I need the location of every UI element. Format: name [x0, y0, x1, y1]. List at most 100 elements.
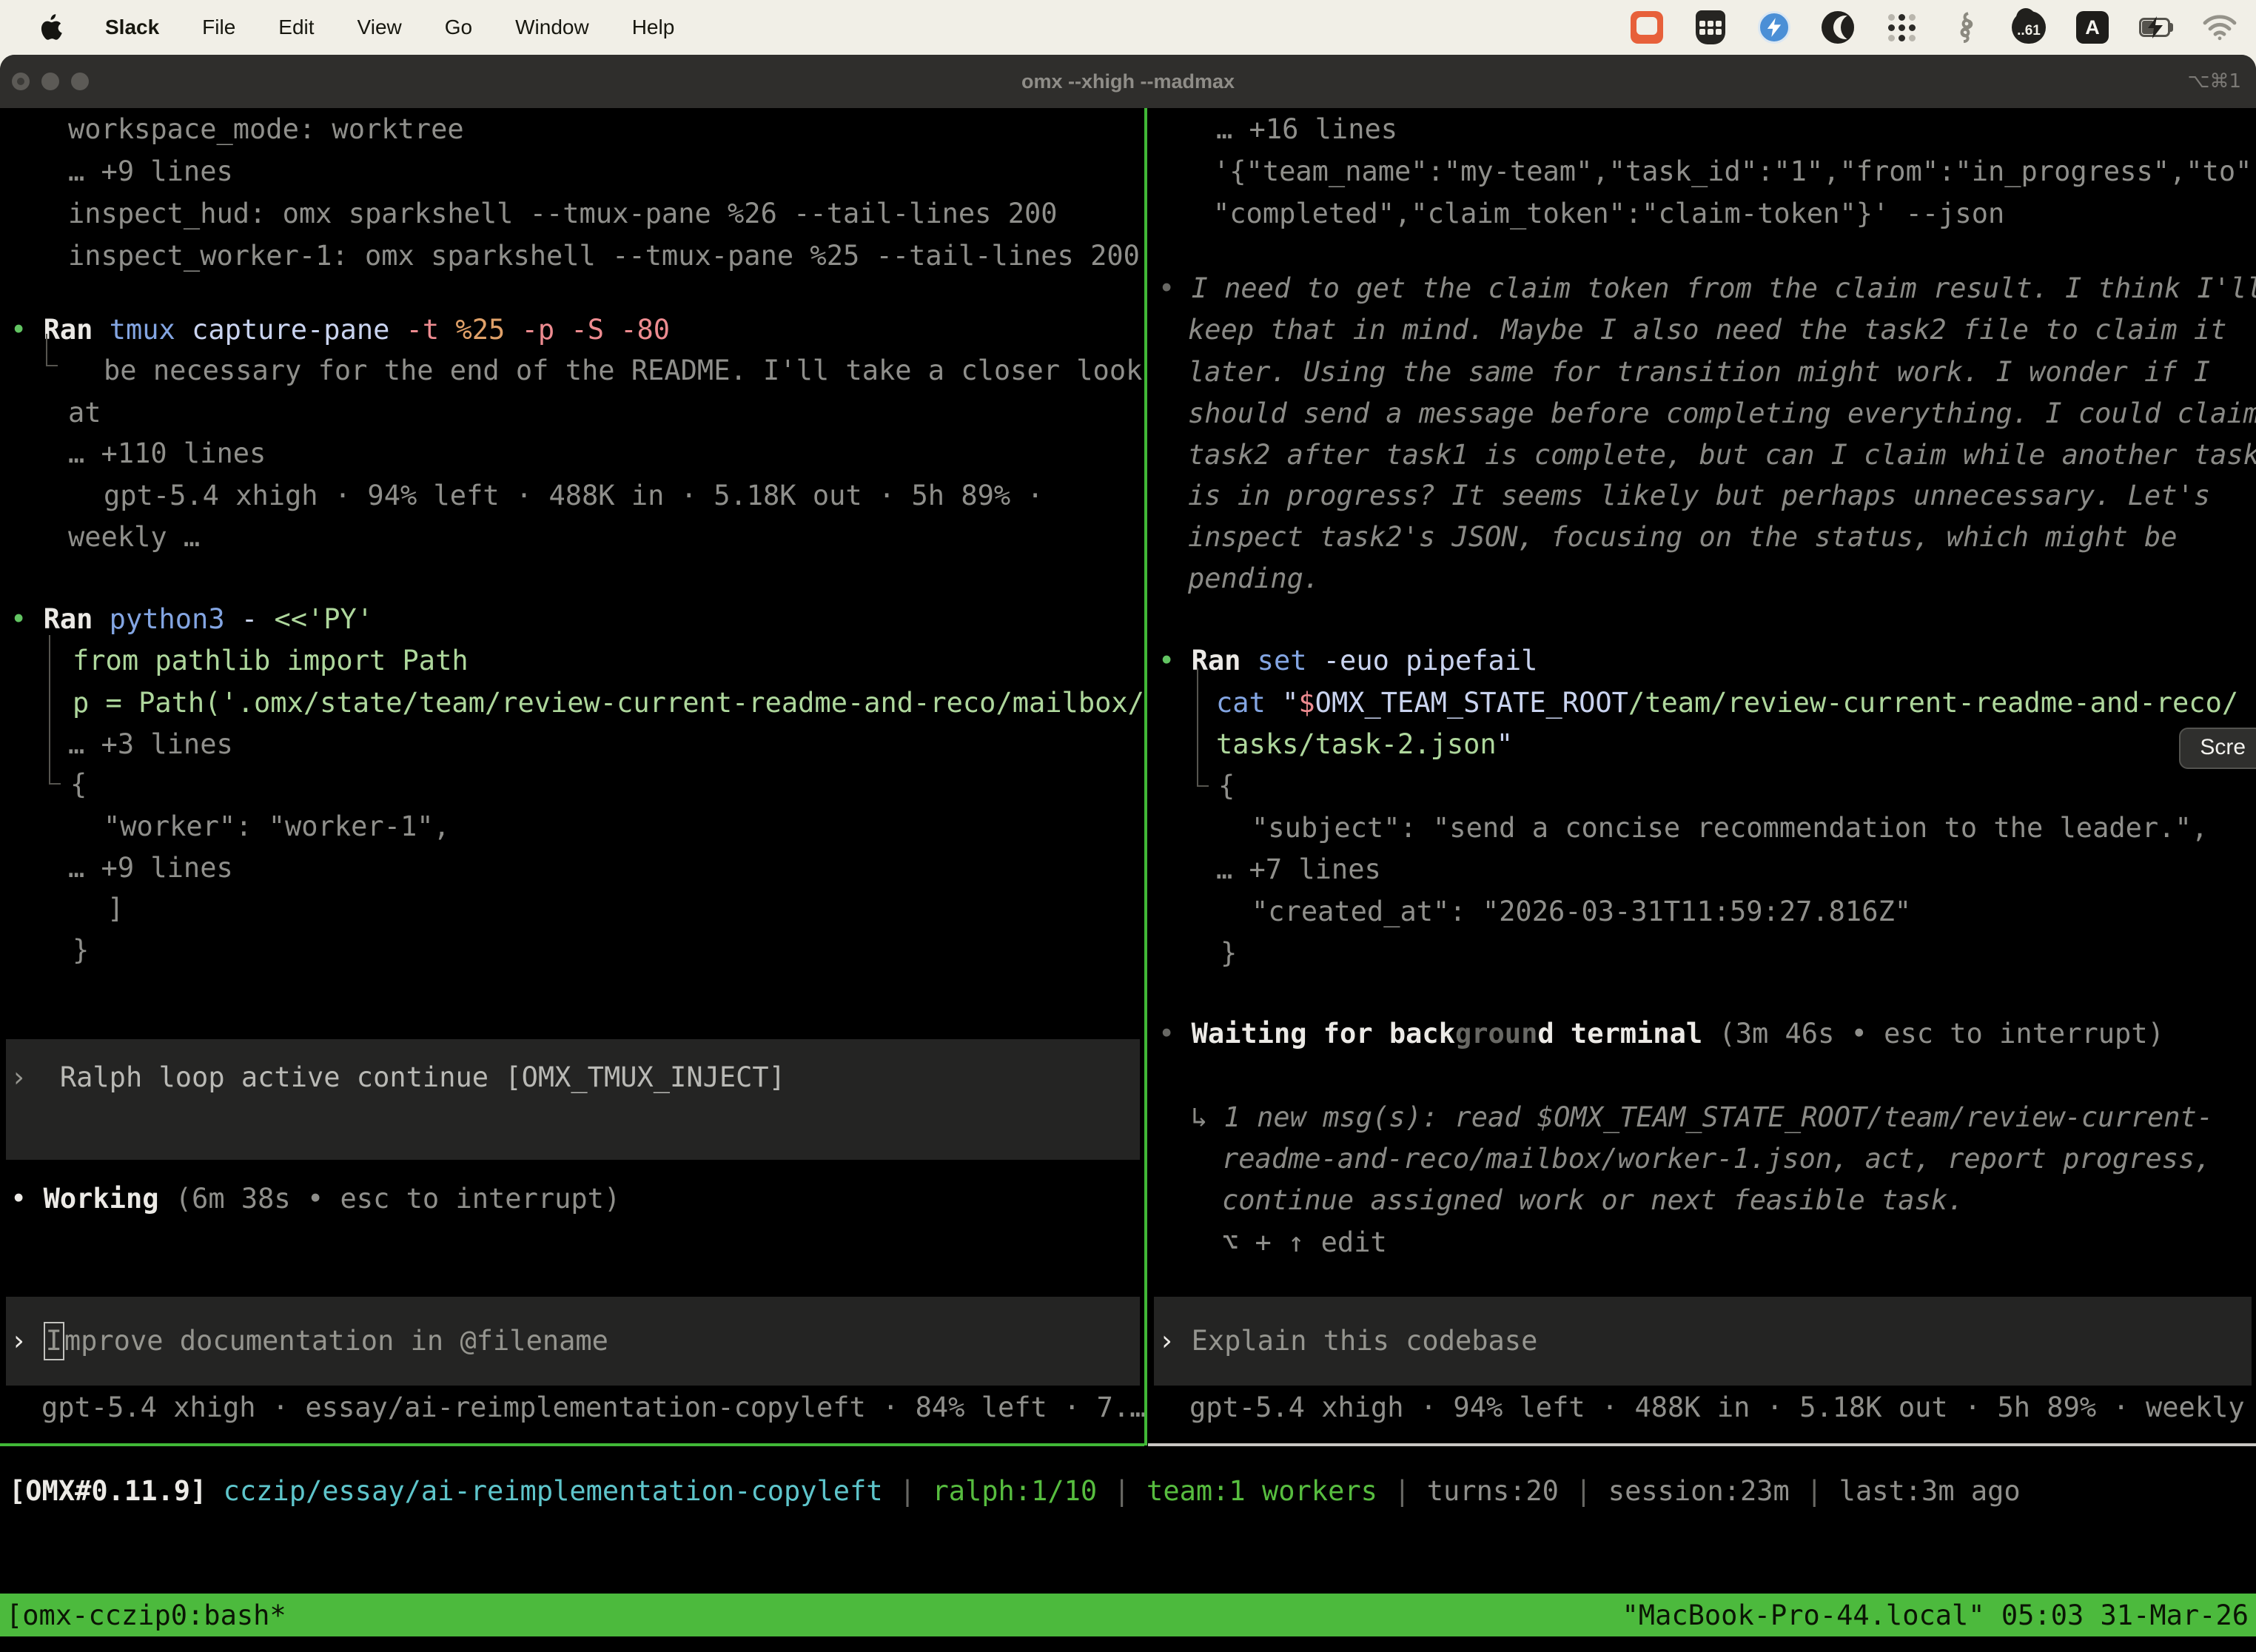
- pulse-badge-icon[interactable]: [1757, 10, 1791, 44]
- tmux-host-clock: "MacBook-Pro-44.local" 05:03 31-Mar-26: [1622, 1599, 2249, 1631]
- prompt-chevron-icon: ›: [1158, 1325, 1175, 1357]
- bullet-icon: •: [1158, 645, 1175, 676]
- shield-grid-icon[interactable]: [1693, 10, 1728, 44]
- terminal-line: }: [73, 929, 89, 971]
- terminal-line: p = Path('.omx/state/team/review-current…: [73, 682, 1144, 724]
- battery-charging-icon[interactable]: [2139, 10, 2173, 44]
- mailbox-message-line: continue assigned work or next feasible …: [1222, 1179, 1964, 1221]
- omx-ralph: ralph:1/10: [932, 1475, 1097, 1507]
- left-pane-bottom-border: [0, 1443, 1144, 1446]
- bullet-icon: •: [10, 314, 27, 346]
- menu-item-go[interactable]: Go: [445, 16, 472, 39]
- window-titlebar[interactable]: omx --xhigh --madmax ⌥⌘1: [0, 55, 2256, 108]
- terminal-window: omx --xhigh --madmax ⌥⌘1 workspace_mode:…: [0, 55, 2256, 1652]
- menu-item-help[interactable]: Help: [632, 16, 675, 39]
- terminal-line: {: [70, 763, 87, 805]
- terminal-line: at: [68, 392, 101, 434]
- count-61-badge-icon[interactable]: ..61: [2012, 10, 2046, 44]
- terminal-line: … +9 lines: [68, 847, 233, 889]
- menu-item-file[interactable]: File: [202, 16, 235, 39]
- menu-item-view[interactable]: View: [357, 16, 402, 39]
- terminal-content: workspace_mode: worktree … +9 lines insp…: [0, 108, 2256, 1652]
- terminal-line: weekly …: [68, 516, 200, 558]
- bullet-icon: •: [10, 603, 27, 635]
- edit-hint-line: ⌥ + ↑ edit: [1222, 1221, 1387, 1263]
- terminal-line: "created_at": "2026-03-31T11:59:27.816Z": [1252, 890, 1911, 933]
- terminal-line: gpt-5.4 xhigh · 94% left · 488K in · 5.1…: [104, 474, 1044, 517]
- left-pane[interactable]: workspace_mode: worktree … +9 lines insp…: [0, 108, 1144, 1443]
- output-connector-line: [1197, 668, 1209, 787]
- terminal-line: … +16 lines: [1216, 108, 1397, 150]
- terminal-line: … +9 lines: [68, 150, 233, 192]
- terminal-line: from pathlib import Path: [73, 639, 469, 682]
- terminal-line: "completed","claim_token":"claim-token"}…: [1213, 192, 2004, 235]
- screen-tooltip[interactable]: Scre: [2179, 728, 2256, 769]
- thinking-line: task2 after task1 is complete, but can I…: [1188, 434, 2256, 476]
- pane-divider[interactable]: [1144, 108, 1147, 1446]
- prompt-chevron-icon: ›: [10, 1325, 27, 1357]
- thinking-line: is in progress? It seems likely but perh…: [1188, 474, 2210, 517]
- thinking-line: pending.: [1188, 557, 1320, 600]
- thinking-line: • I need to get the claim token from the…: [1158, 267, 2256, 309]
- output-connector-line: [46, 334, 58, 366]
- output-connector-line: [49, 635, 61, 785]
- terminal-line: be necessary for the end of the README. …: [104, 349, 1142, 392]
- cat-path-line2: tasks/task-2.json": [1216, 723, 1513, 765]
- ran-python-command-line: • Ran python3 - <<'PY': [10, 598, 373, 640]
- bullet-icon: •: [10, 1183, 27, 1215]
- right-pane[interactable]: … +16 lines '{"team_name":"my-team","tas…: [1148, 108, 2256, 1443]
- menu-status-icons: ..61 A: [1630, 10, 2256, 44]
- text-cursor: I: [44, 1322, 64, 1360]
- bullet-icon: •: [1158, 272, 1175, 304]
- omx-turns: turns:20: [1427, 1475, 1559, 1507]
- terminal-line: inspect_hud: omx sparkshell --tmux-pane …: [68, 192, 1058, 235]
- model-status-line: gpt-5.4 xhigh · 94% left · 488K in · 5.1…: [1189, 1386, 2256, 1428]
- window-title: omx --xhigh --madmax: [0, 55, 2256, 108]
- dots-grid-icon[interactable]: [1884, 10, 1918, 44]
- mailbox-message-line: readme-and-reco/mailbox/worker-1.json, a…: [1222, 1138, 2212, 1180]
- desktop-screen: Slack File Edit View Go Window Help: [0, 0, 2256, 1652]
- thinking-line: keep that in mind. Maybe I also need the…: [1188, 309, 2226, 351]
- wifi-icon[interactable]: [2203, 10, 2237, 44]
- terminal-line: workspace_mode: worktree: [68, 108, 464, 150]
- prompt-input-line[interactable]: › Improve documentation in @filename: [10, 1320, 608, 1362]
- terminal-line: inspect_worker-1: omx sparkshell --tmux-…: [68, 235, 1140, 277]
- moon-contrast-icon[interactable]: [1821, 10, 1855, 44]
- thinking-line: later. Using the same for transition mig…: [1188, 351, 2210, 393]
- window-shortcut-hint: ⌥⌘1: [2187, 55, 2241, 108]
- omx-version: [OMX#0.11.9]: [9, 1475, 207, 1507]
- right-pane-bottom-border: [1148, 1443, 2256, 1446]
- mailbox-message-line: ↳ 1 new msg(s): read $OMX_TEAM_STATE_ROO…: [1191, 1096, 2213, 1138]
- terminal-line: "subject": "send a concise recommendatio…: [1252, 807, 2208, 849]
- waiting-status-line: • Waiting for background terminal (3m 46…: [1158, 1013, 2164, 1055]
- omx-status-line: [OMX#0.11.9] cczip/essay/ai-reimplementa…: [9, 1470, 2021, 1512]
- chat-app-icon[interactable]: [1630, 10, 1664, 44]
- thinking-line: inspect task2's JSON, focusing on the st…: [1188, 516, 2178, 558]
- menu-item-slack[interactable]: Slack: [105, 16, 159, 39]
- model-status-line: gpt-5.4 xhigh · essay/ai-reimplementatio…: [41, 1386, 1144, 1428]
- terminal-line: … +110 lines: [68, 432, 266, 474]
- omx-team: team:1 workers: [1147, 1475, 1377, 1507]
- tmux-session-label: [omx-cczip0:bash*: [6, 1599, 286, 1631]
- apple-menu-icon[interactable]: [37, 13, 62, 42]
- ran-cat-command-line: • Ran set -euo pipefail: [1158, 639, 1537, 682]
- prompt-input-line[interactable]: › Explain this codebase: [1158, 1320, 1537, 1362]
- cat-path-line: cat "$OMX_TEAM_STATE_ROOT/team/review-cu…: [1216, 682, 2238, 724]
- terminal-line: '{"team_name":"my-team","task_id":"1","f…: [1213, 150, 2256, 192]
- omx-session: session:23m: [1608, 1475, 1790, 1507]
- prompt-chevron-icon: ›: [10, 1061, 27, 1093]
- ran-tmux-command-line: • Ran tmux capture-pane -t %25 -p -S -80: [10, 309, 670, 351]
- omx-project: cczip/essay/ai-reimplementation-copyleft: [207, 1475, 882, 1507]
- dragon-icon[interactable]: [1948, 10, 1982, 44]
- terminal-line: ]: [107, 887, 124, 930]
- inject-message-line: › Ralph loop active continue [OMX_TMUX_I…: [10, 1056, 785, 1098]
- menu-item-edit[interactable]: Edit: [278, 16, 314, 39]
- letter-a-icon[interactable]: A: [2075, 10, 2109, 44]
- terminal-line: {: [1218, 765, 1235, 807]
- tmux-status-bar: [omx-cczip0:bash* "MacBook-Pro-44.local"…: [0, 1594, 2256, 1636]
- menu-left: Slack File Edit View Go Window Help: [0, 13, 674, 42]
- working-status-line: • Working (6m 38s • esc to interrupt): [10, 1178, 620, 1220]
- omx-last: last:3m ago: [1839, 1475, 2021, 1507]
- menu-item-window[interactable]: Window: [515, 16, 589, 39]
- terminal-line: … +7 lines: [1216, 848, 1381, 890]
